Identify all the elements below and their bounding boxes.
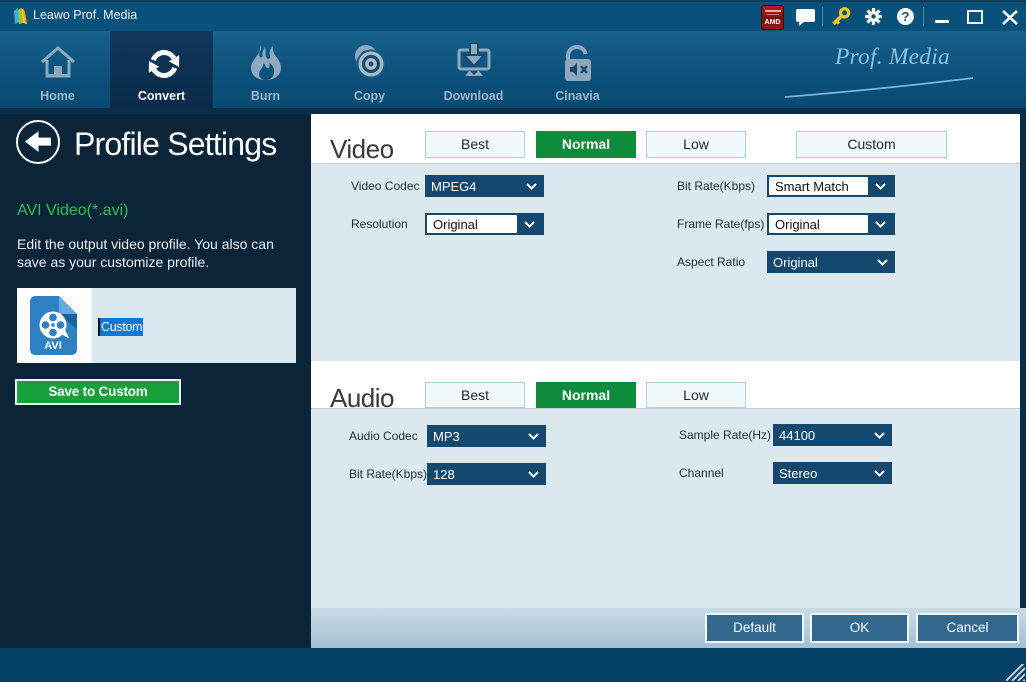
- svg-text:AVI: AVI: [44, 340, 62, 352]
